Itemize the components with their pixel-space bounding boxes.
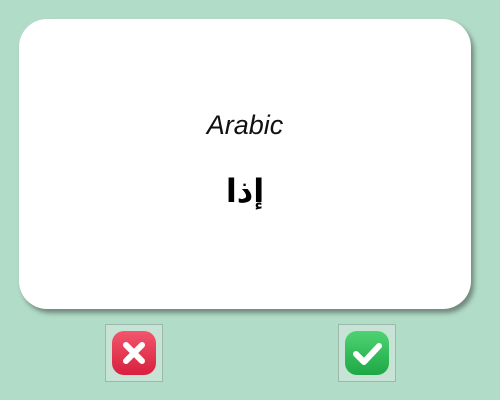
wrong-answer-button[interactable] — [105, 324, 163, 382]
flashcard-screen: Arabic إذا — [0, 0, 500, 400]
card-word: إذا — [225, 172, 265, 210]
right-answer-button[interactable] — [338, 324, 396, 382]
flashcard[interactable]: Arabic إذا — [19, 19, 471, 309]
card-language-label: Arabic — [206, 110, 284, 140]
close-icon — [112, 331, 156, 375]
check-icon — [345, 331, 389, 375]
